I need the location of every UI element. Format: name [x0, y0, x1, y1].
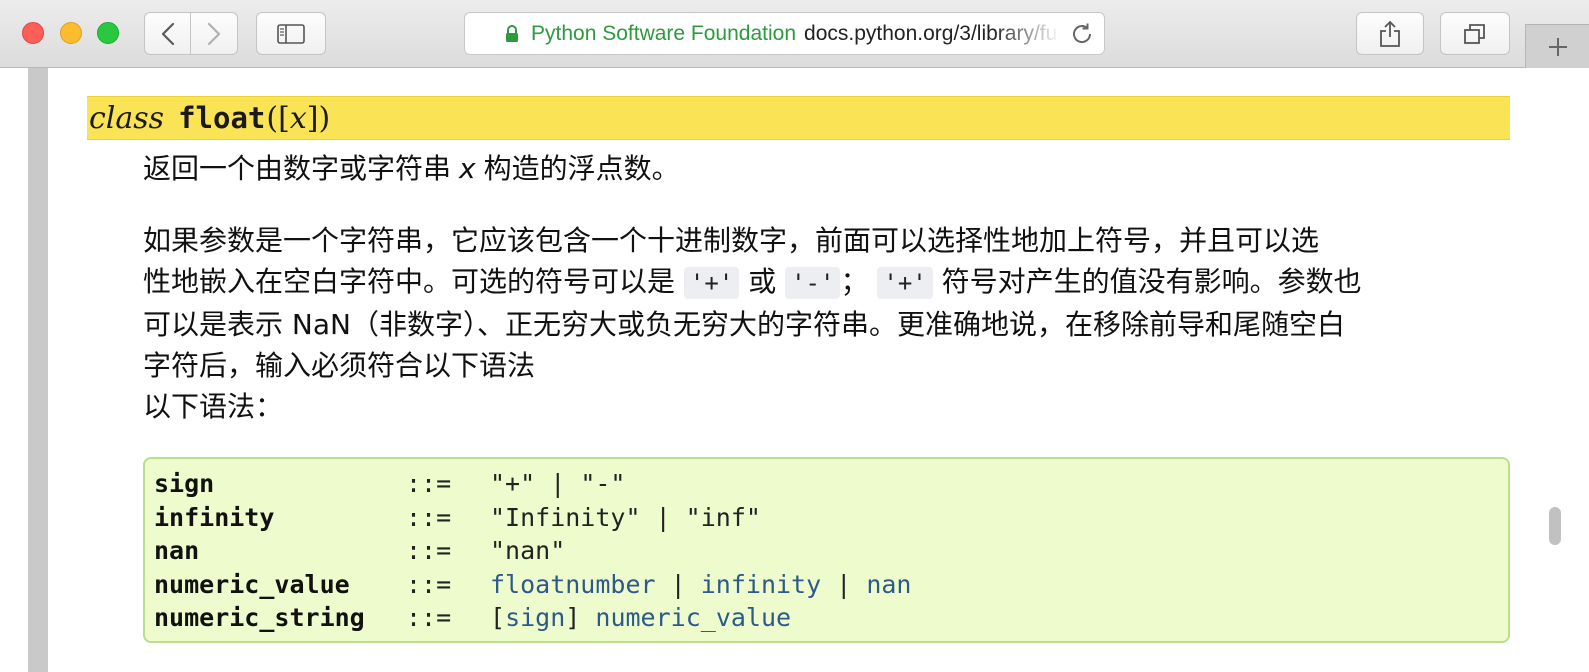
minimize-window-button[interactable]: [60, 22, 82, 44]
share-icon: [1380, 20, 1400, 47]
grammar-row: numeric_value::= floatnumber | infinity |…: [154, 568, 1499, 602]
grammar-block: sign::= "+" | "-" infinity::= "Infinity" |…: [143, 457, 1510, 643]
description-text: 或: [748, 265, 777, 298]
sidebar-rail: [28, 68, 48, 672]
chevron-right-icon: [207, 22, 221, 45]
grammar-separator: |: [640, 502, 686, 532]
signature-name[interactable]: float: [178, 101, 265, 135]
plus-icon: [1548, 37, 1567, 56]
code-plus: '+': [877, 267, 933, 299]
reload-icon[interactable]: [1070, 22, 1094, 46]
grammar-literal: "inf": [685, 502, 761, 532]
address-bar[interactable]: Python Software Foundation docs.python.o…: [464, 12, 1105, 55]
tabs-icon: [1464, 23, 1485, 44]
grammar-row: sign::= "+" | "-": [154, 467, 1499, 501]
float-signature: class float ([ x ]): [87, 96, 1510, 140]
grammar-literal: "-": [580, 469, 626, 499]
description-text: ；: [840, 265, 869, 298]
grammar-row: nan::= "nan": [154, 534, 1499, 568]
grammar-literal: "Infinity": [490, 502, 641, 532]
grammar-name: nan: [154, 536, 200, 566]
share-button[interactable]: [1356, 12, 1424, 55]
grammar-bracket-open: [: [490, 603, 506, 633]
description-text: 符号对产生的值没有影响。参数也: [941, 265, 1362, 298]
chevron-left-icon: [161, 22, 174, 45]
zoom-window-button[interactable]: [97, 22, 119, 44]
grammar-link-infinity[interactable]: infinity: [701, 570, 821, 599]
grammar-name: sign: [154, 469, 215, 499]
grammar-link-floatnumber[interactable]: floatnumber: [490, 570, 656, 599]
new-tab-button[interactable]: [1525, 24, 1589, 68]
show-tabs-button[interactable]: [1440, 12, 1510, 55]
grammar-row: infinity::= "Infinity" | "inf": [154, 501, 1499, 535]
grammar-link-nan[interactable]: nan: [866, 570, 911, 599]
grammar-link-numeric-value[interactable]: numeric_value: [595, 603, 791, 632]
grammar-operator: ::=: [406, 536, 452, 566]
grammar-separator: |: [821, 569, 867, 599]
sidebar-icon: [277, 23, 305, 44]
forward-button[interactable]: [190, 12, 238, 55]
scrollbar-thumb[interactable]: [1549, 507, 1561, 545]
description-line-5: 以下语法：: [143, 390, 284, 423]
grammar-separator: |: [535, 469, 581, 499]
signature-open: ([: [266, 100, 290, 136]
grammar-operator: ::=: [406, 569, 452, 599]
summary-text-after: 构造的浮点数。: [483, 152, 680, 185]
signature-close: ]): [306, 100, 331, 136]
grammar-link-sign[interactable]: sign: [505, 603, 565, 632]
grammar-literal: "nan": [490, 536, 566, 566]
code-plus: '+': [683, 267, 740, 299]
code-minus: '-': [785, 267, 841, 299]
grammar-name: numeric_string: [154, 603, 365, 633]
signature-arg: x: [289, 100, 307, 136]
close-window-button[interactable]: [22, 22, 44, 44]
summary-paragraph: 返回一个由数字或字符串 x 构造的浮点数。: [143, 148, 680, 190]
description-text: 性地嵌入在空白字符中。可选的符号可以是: [143, 265, 676, 298]
summary-text-before: 返回一个由数字或字符串: [143, 152, 452, 185]
description-line-3: 可以是表示 NaN（非数字）、正无穷大或负无穷大的字符串。更准确地说，在移除前导…: [143, 308, 1345, 341]
browser-toolbar: Python Software Foundation docs.python.o…: [0, 0, 1589, 68]
sidebar-toggle-button[interactable]: [256, 12, 326, 55]
description-line-2: 性地嵌入在空白字符中。可选的符号可以是 '+' 或 '-'； '+' 符号对产生…: [143, 261, 1518, 304]
grammar-operator: ::=: [406, 502, 452, 532]
grammar-bracket-close: ]: [565, 603, 581, 633]
signature-keyword: class: [89, 100, 165, 136]
back-button[interactable]: [144, 12, 191, 55]
grammar-operator: ::=: [406, 603, 452, 633]
grammar-separator: |: [655, 569, 701, 599]
grammar-row: numeric_string::= [sign] numeric_value: [154, 601, 1499, 635]
grammar-literal: "+": [490, 469, 536, 499]
description-line-4: 字符后，输入必须符合以下语法: [143, 349, 536, 382]
grammar-name: numeric_value: [154, 569, 350, 599]
site-organization: Python Software Foundation: [531, 21, 797, 45]
grammar-name: infinity: [154, 502, 275, 532]
page-url: docs.python.org/3/library/functions.html: [804, 21, 1060, 45]
description-line-1: 如果参数是一个字符串，它应该包含一个十进制数字，前面可以选择性地加上符号，并且可…: [143, 224, 1320, 257]
description-paragraph: 如果参数是一个字符串，它应该包含一个十进制数字，前面可以选择性地加上符号，并且可…: [143, 220, 1518, 427]
grammar-operator: ::=: [406, 469, 452, 499]
summary-arg: x: [459, 152, 476, 185]
